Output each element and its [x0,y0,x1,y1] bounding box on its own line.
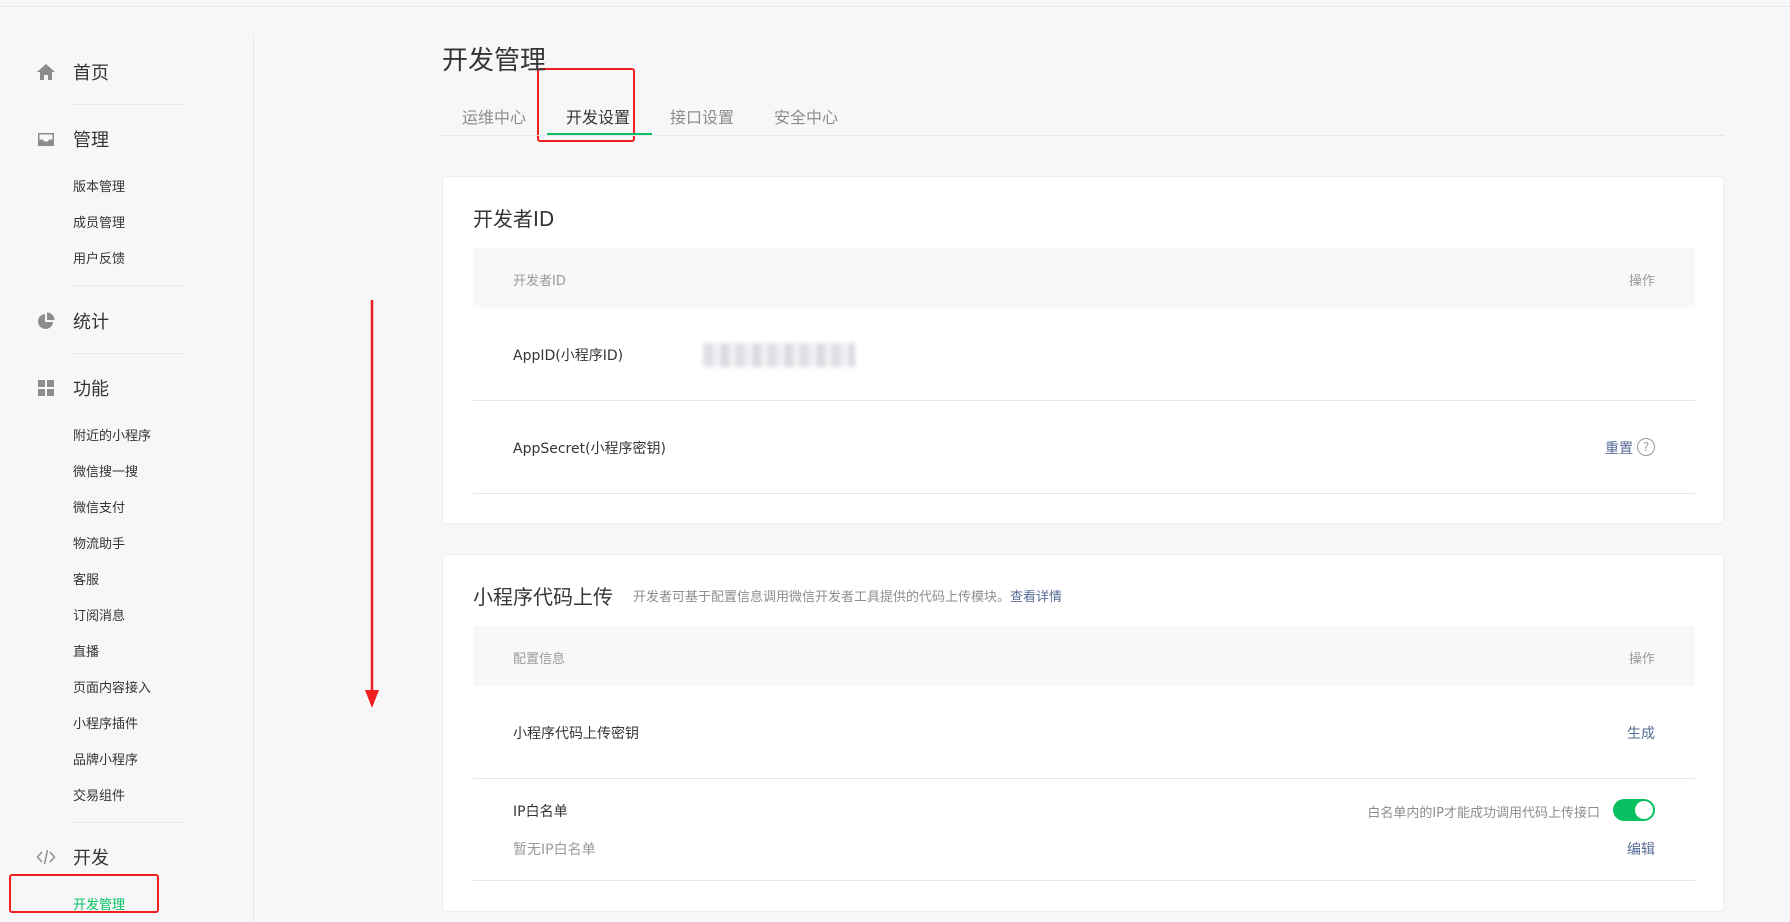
inbox-icon [34,127,58,151]
tab-security-center[interactable]: 安全中心 [774,104,838,128]
column-header-devid: 开发者ID [513,274,566,289]
sidebar-item-manage[interactable]: 管理 [34,127,109,151]
appsecret-label: AppSecret(小程序密钥) [513,441,667,457]
code-icon [34,845,58,869]
page-title: 开发管理 [442,46,547,76]
view-details-link[interactable]: 查看详情 [1010,590,1062,605]
sidebar-item-label: 首页 [73,63,109,84]
sidebar-item-stats[interactable]: 统计 [34,309,109,333]
upload-key-label: 小程序代码上传密钥 [513,726,639,742]
table-row-appid: AppID(小程序ID) [473,308,1695,401]
table-row-ip-whitelist: IP白名单 暂无IP白名单 白名单内的IP才能成功调用代码上传接口 编辑 [473,779,1695,881]
sidebar-item-features[interactable]: 功能 [34,376,109,400]
developer-id-card: 开发者ID 开发者ID 操作 AppID(小程序ID) AppSecret(小程… [442,176,1724,524]
column-header-action: 操作 [1628,274,1655,289]
reset-button[interactable]: 重置 [1605,438,1633,458]
ip-whitelist-label: IP白名单 [513,804,568,820]
sidebar-item-wechat-pay[interactable]: 微信支付 [73,501,125,517]
sidebar-item-subscribe-message[interactable]: 订阅消息 [73,609,125,625]
top-divider [0,6,1790,7]
sidebar-item-label: 统计 [73,312,109,333]
code-upload-card: 小程序代码上传 开发者可基于配置信息调用微信开发者工具提供的代码上传模块。查看详… [442,554,1724,912]
sidebar-item-logistics[interactable]: 物流助手 [73,537,125,553]
appid-label: AppID(小程序ID) [513,348,624,364]
tab-dev-settings[interactable]: 开发设置 [566,104,630,128]
sidebar-item-live[interactable]: 直播 [73,645,99,661]
table-header: 开发者ID 操作 [473,248,1695,308]
ip-whitelist-toggle[interactable] [1613,799,1655,821]
card-description-text: 开发者可基于配置信息调用微信开发者工具提供的代码上传模块。 [633,590,1011,605]
column-header-action: 操作 [1628,652,1655,667]
ip-whitelist-hint: 白名单内的IP才能成功调用代码上传接口 [1367,806,1600,821]
sidebar-divider [73,353,183,354]
sidebar-item-brand-miniprogram[interactable]: 品牌小程序 [73,753,138,769]
sidebar: 首页 管理 版本管理 成员管理 用户反馈 统计 功能 附近的小程序 微信搜一搜 … [0,0,254,922]
grid-icon [34,376,58,400]
pie-chart-icon [34,309,58,333]
column-header-config: 配置信息 [513,652,566,667]
toggle-knob [1635,801,1653,819]
table-header: 配置信息 操作 [473,626,1695,686]
annotation-arrow-down-icon [365,300,379,708]
sidebar-item-member-manage[interactable]: 成员管理 [73,216,125,232]
sidebar-divider [73,822,183,823]
sidebar-item-home[interactable]: 首页 [34,60,109,84]
table-row-appsecret: AppSecret(小程序密钥) 重置 ? [473,401,1695,494]
generate-button[interactable]: 生成 [1627,723,1655,743]
sidebar-divider [73,104,183,105]
sidebar-item-page-content[interactable]: 页面内容接入 [73,681,151,697]
sidebar-item-trade-component[interactable]: 交易组件 [73,789,125,805]
tab-ops-center[interactable]: 运维中心 [462,104,526,128]
sidebar-item-wechat-search[interactable]: 微信搜一搜 [73,465,138,481]
active-tab-indicator [547,133,652,135]
sidebar-item-customer-service[interactable]: 客服 [73,573,99,589]
sidebar-item-label: 管理 [73,130,109,151]
card-title: 开发者ID [473,207,555,231]
sidebar-item-label: 开发 [73,848,109,869]
ip-whitelist-empty-text: 暂无IP白名单 [513,842,596,858]
tab-bar: 运维中心 开发设置 接口设置 安全中心 [442,90,1724,136]
sidebar-item-plugin[interactable]: 小程序插件 [73,717,138,733]
sidebar-border [253,36,254,922]
card-title: 小程序代码上传 [473,585,613,609]
table-row-upload-key: 小程序代码上传密钥 生成 [473,686,1695,779]
sidebar-item-version-manage[interactable]: 版本管理 [73,180,125,196]
edit-button[interactable]: 编辑 [1627,839,1655,859]
sidebar-divider [73,285,183,286]
home-icon [34,60,58,84]
help-icon[interactable]: ? [1637,438,1655,456]
tab-api-settings[interactable]: 接口设置 [670,104,734,128]
sidebar-item-dev[interactable]: 开发 [34,845,109,869]
sidebar-item-user-feedback[interactable]: 用户反馈 [73,252,125,268]
sidebar-item-nearby-miniprogram[interactable]: 附近的小程序 [73,429,151,445]
appid-value-blurred [703,343,855,367]
annotation-box-sidebar [9,874,159,913]
sidebar-item-label: 功能 [73,379,109,400]
card-description: 开发者可基于配置信息调用微信开发者工具提供的代码上传模块。查看详情 [633,586,1062,605]
